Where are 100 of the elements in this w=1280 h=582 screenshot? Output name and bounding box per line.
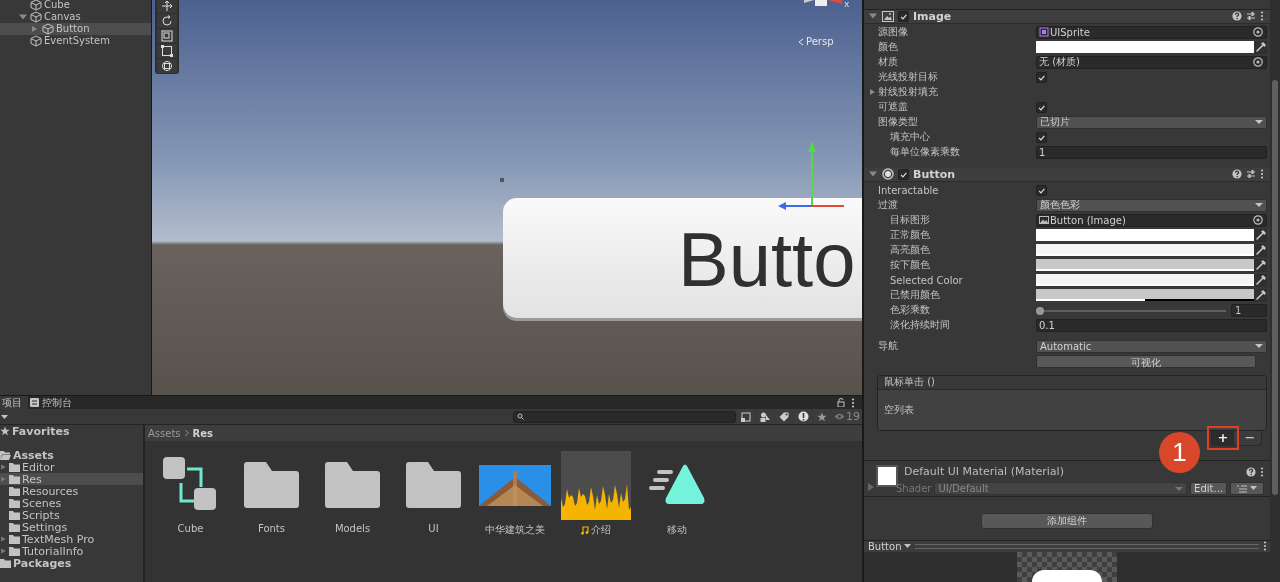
menu-icon[interactable] bbox=[851, 397, 855, 408]
add-component-button[interactable]: 添加组件 bbox=[981, 512, 1153, 529]
lock-icon[interactable] bbox=[837, 398, 845, 407]
enable-checkbox[interactable] bbox=[898, 168, 909, 180]
caret-icon bbox=[1255, 202, 1263, 209]
help-icon[interactable] bbox=[1246, 466, 1256, 477]
log-filter-button[interactable] bbox=[794, 409, 812, 424]
color-field[interactable] bbox=[1036, 41, 1254, 54]
color-field[interactable] bbox=[1036, 259, 1254, 272]
list-menu-button[interactable] bbox=[1230, 482, 1264, 496]
project-tree-item[interactable]: Packages bbox=[0, 557, 143, 569]
checkbox[interactable] bbox=[1036, 131, 1047, 143]
transform-tool-button[interactable] bbox=[157, 59, 177, 73]
project-tree-item[interactable]: Editor bbox=[0, 461, 143, 473]
hierarchy-item[interactable]: Canvas bbox=[0, 11, 151, 23]
open-folder-icon[interactable] bbox=[0, 449, 11, 461]
preview-dropdown[interactable]: Button bbox=[868, 540, 911, 552]
object-field[interactable]: Button (Image) bbox=[1036, 213, 1267, 227]
dropdown[interactable]: 已切片 bbox=[1036, 115, 1267, 129]
project-tree-item[interactable]: Scenes bbox=[0, 497, 143, 509]
preset-icon[interactable] bbox=[1246, 169, 1256, 180]
cube-icon bbox=[30, 35, 42, 47]
eyedropper-button[interactable] bbox=[1254, 40, 1267, 54]
object-picker-icon[interactable] bbox=[1252, 56, 1264, 69]
folder-icon bbox=[9, 474, 20, 484]
eyedropper-button[interactable] bbox=[1254, 243, 1267, 257]
rect-tool-button[interactable] bbox=[157, 44, 177, 58]
expanded-arrow-icon[interactable] bbox=[18, 12, 28, 22]
help-icon[interactable] bbox=[1232, 11, 1242, 22]
filter-by-label-button[interactable] bbox=[775, 409, 793, 424]
object-field[interactable]: 无 (材质) bbox=[1036, 55, 1267, 69]
help-icon[interactable] bbox=[1232, 169, 1242, 180]
number-field[interactable]: 1 bbox=[1036, 145, 1267, 159]
eye-icon bbox=[834, 413, 845, 420]
tag-icon bbox=[779, 411, 789, 422]
eyedropper-button[interactable] bbox=[1254, 258, 1267, 272]
search-scope-button[interactable] bbox=[737, 409, 755, 424]
collapsed-arrow-icon[interactable] bbox=[1, 534, 7, 544]
folder-icon bbox=[9, 498, 20, 508]
slider-thumb[interactable] bbox=[1036, 306, 1044, 315]
color-field[interactable] bbox=[1036, 274, 1254, 287]
favorite-button[interactable] bbox=[813, 409, 831, 424]
folder-icon bbox=[244, 462, 299, 508]
hierarchy-item[interactable]: Button bbox=[0, 23, 151, 35]
project-tree-item[interactable]: Res bbox=[0, 473, 143, 485]
object-picker-icon[interactable] bbox=[1252, 214, 1264, 227]
menu-icon[interactable] bbox=[1260, 169, 1264, 180]
scrollbar-thumb[interactable] bbox=[1272, 80, 1278, 495]
menu-icon[interactable] bbox=[1263, 541, 1267, 552]
object-picker-icon[interactable] bbox=[1252, 26, 1264, 39]
project-tree-item[interactable]: Assets bbox=[0, 449, 143, 461]
search-field[interactable] bbox=[513, 410, 736, 423]
rotate-tool-button[interactable] bbox=[157, 14, 177, 28]
preset-icon[interactable] bbox=[1246, 11, 1256, 22]
checkbox[interactable] bbox=[1036, 184, 1047, 196]
color-field[interactable] bbox=[1036, 289, 1254, 302]
panel-tab[interactable]: 项目 bbox=[0, 396, 28, 409]
perspective-toggle[interactable]: Persp bbox=[798, 36, 834, 47]
color-field[interactable] bbox=[1036, 244, 1254, 257]
anchor-point bbox=[500, 178, 504, 182]
collapsed-arrow-icon[interactable] bbox=[1, 546, 7, 556]
color-field[interactable] bbox=[1036, 229, 1254, 242]
dropdown[interactable]: Automatic bbox=[1036, 339, 1267, 353]
project-tree-item[interactable]: Settings bbox=[0, 521, 143, 533]
number-field[interactable]: 1 bbox=[1231, 303, 1267, 317]
visualize-button[interactable]: 可视化 bbox=[1036, 354, 1256, 368]
project-tree-item[interactable]: Scripts bbox=[0, 509, 143, 521]
eyedropper-icon bbox=[1254, 259, 1267, 272]
dropdown[interactable]: 颜色色彩 bbox=[1036, 198, 1267, 212]
hierarchy-item[interactable]: Cube bbox=[0, 0, 151, 11]
move-tool-button[interactable] bbox=[157, 0, 177, 13]
panel-tab[interactable]: 控制台 bbox=[28, 396, 78, 409]
project-tree-item[interactable]: Resources bbox=[0, 485, 143, 497]
checkbox[interactable] bbox=[1036, 101, 1047, 113]
breadcrumb-item[interactable]: Res bbox=[192, 427, 213, 439]
window-icon bbox=[741, 411, 751, 422]
object-field[interactable]: UISprite bbox=[1036, 25, 1267, 39]
edit-button[interactable]: Edit... bbox=[1190, 482, 1227, 496]
hierarchy-item[interactable]: EventSystem bbox=[0, 35, 151, 47]
number-field[interactable]: 0.1 bbox=[1036, 318, 1267, 332]
search-icon bbox=[517, 413, 524, 420]
project-tree-item[interactable]: TutorialInfo bbox=[0, 545, 143, 557]
eyedropper-button[interactable] bbox=[1254, 273, 1267, 287]
create-dropdown-icon[interactable] bbox=[0, 413, 10, 420]
eyedropper-icon bbox=[1254, 244, 1267, 257]
breadcrumb-item[interactable]: Assets bbox=[148, 427, 181, 439]
eyedropper-button[interactable] bbox=[1254, 288, 1267, 302]
project-tree-item[interactable]: Favorites bbox=[0, 425, 143, 437]
menu-icon[interactable] bbox=[1260, 466, 1264, 477]
scale-tool-button[interactable] bbox=[157, 29, 177, 43]
filter-by-type-button[interactable] bbox=[756, 409, 774, 424]
eyedropper-button[interactable] bbox=[1254, 228, 1267, 242]
radio-icon bbox=[882, 168, 894, 181]
remove-button[interactable]: − bbox=[1239, 430, 1261, 445]
menu-icon[interactable] bbox=[1260, 11, 1264, 22]
enable-checkbox[interactable] bbox=[898, 10, 909, 22]
checkbox[interactable] bbox=[1036, 71, 1047, 83]
project-tree-item[interactable]: TextMesh Pro bbox=[0, 533, 143, 545]
exclamation-icon bbox=[797, 411, 809, 422]
property-label[interactable]: 射线投射填充 bbox=[868, 85, 1026, 100]
